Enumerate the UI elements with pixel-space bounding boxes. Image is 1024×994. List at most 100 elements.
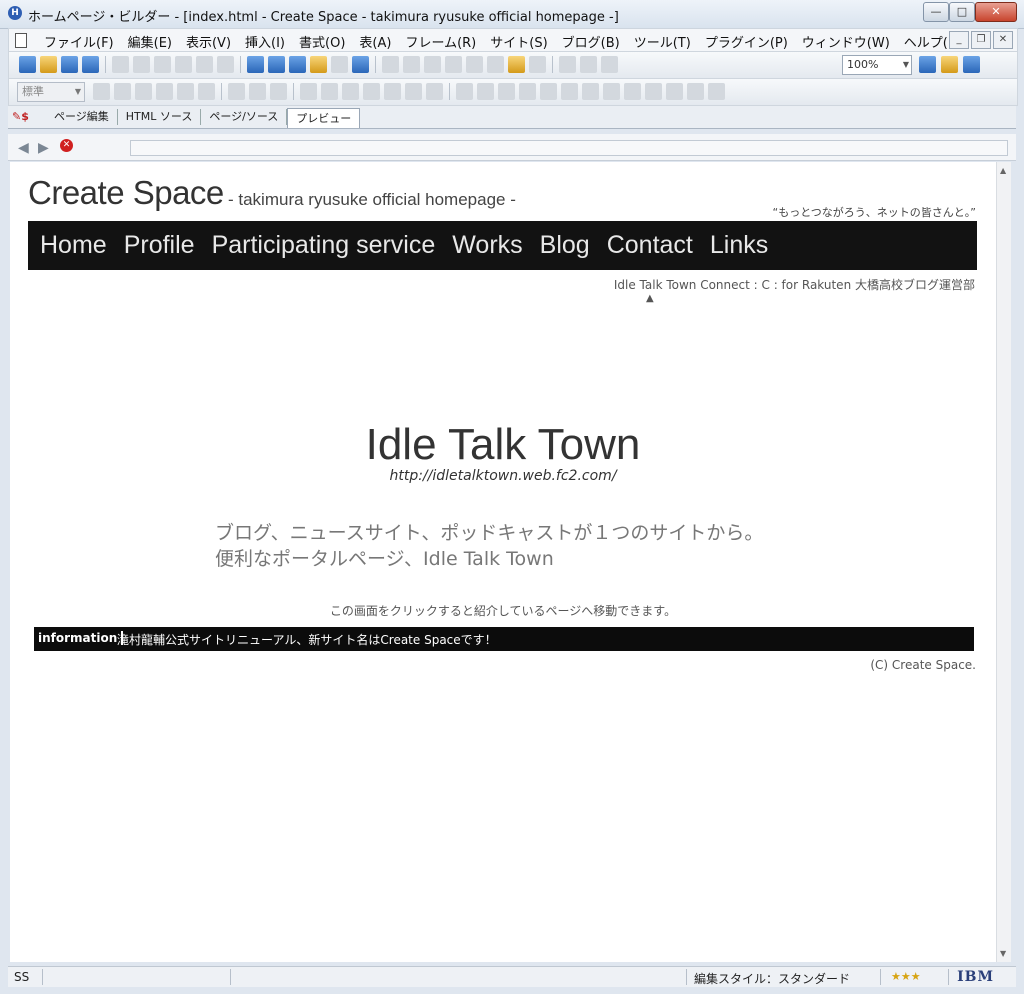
minimize-button[interactable]: — — [923, 2, 949, 22]
scroll-down-icon[interactable]: ▼ — [1000, 949, 1006, 958]
font-size-down-icon[interactable] — [384, 83, 401, 100]
cell-properties-icon[interactable] — [561, 83, 578, 100]
menu-blog[interactable]: ブログ(B) — [555, 32, 627, 51]
menu-frame[interactable]: フレーム(R) — [398, 32, 483, 51]
feature-description[interactable]: ブログ、ニュースサイト、ポッドキャストが１つのサイトから。 便利なポータルページ… — [215, 520, 763, 572]
menu-format[interactable]: 書式(O) — [292, 32, 352, 51]
cell-color-icon[interactable] — [603, 83, 620, 100]
menu-file[interactable]: ファイル(F) — [37, 32, 121, 51]
table-insert-row-icon[interactable] — [477, 83, 494, 100]
nav-link-profile[interactable]: Profile — [124, 231, 195, 260]
clear-format-icon[interactable] — [426, 83, 443, 100]
table-merge-icon[interactable] — [519, 83, 536, 100]
indent-icon[interactable] — [198, 83, 215, 100]
strike-icon[interactable] — [342, 83, 359, 100]
menu-tools[interactable]: ツール(T) — [627, 32, 698, 51]
scroll-up-icon[interactable]: ▲ — [1000, 166, 1006, 175]
insert-table-icon[interactable] — [403, 56, 420, 73]
doc-minimize-button[interactable]: _ — [949, 31, 969, 49]
zoom-select[interactable]: 100% ▼ — [842, 55, 912, 75]
font-size-up-icon[interactable] — [363, 83, 380, 100]
tab-page-edit[interactable]: ページ編集 — [46, 109, 118, 125]
feature-title[interactable]: Idle Talk Town — [10, 420, 996, 470]
table-grid-icon[interactable] — [456, 83, 473, 100]
spellcheck-icon[interactable] — [175, 56, 192, 73]
tab-preview[interactable]: プレビュー — [287, 108, 361, 128]
cut-icon[interactable] — [112, 56, 129, 73]
style-sheet-icon[interactable] — [941, 56, 958, 73]
undo-icon[interactable] — [196, 56, 213, 73]
new-page-icon[interactable] — [19, 56, 36, 73]
menu-view[interactable]: 表示(V) — [179, 32, 238, 51]
nav-link-home[interactable]: Home — [40, 231, 107, 260]
menu-site[interactable]: サイト(S) — [483, 32, 554, 51]
back-arrow-icon[interactable]: ◀ — [18, 140, 29, 156]
insert-line-icon[interactable] — [382, 56, 399, 73]
menu-edit[interactable]: 編集(E) — [121, 32, 179, 51]
zoom-reset-icon[interactable] — [601, 56, 618, 73]
outdent-icon[interactable] — [249, 83, 266, 100]
table-more-icon[interactable] — [708, 83, 725, 100]
save-all-icon[interactable] — [82, 56, 99, 73]
site-map-icon[interactable] — [352, 56, 369, 73]
paste-icon[interactable] — [154, 56, 171, 73]
insert-frame-icon[interactable] — [424, 56, 441, 73]
table-select-icon[interactable] — [645, 83, 662, 100]
feature-url[interactable]: http://idletalktown.web.fc2.com/ — [10, 468, 996, 484]
insert-image-icon[interactable] — [289, 56, 306, 73]
italic-icon[interactable] — [321, 83, 338, 100]
publish-icon[interactable] — [508, 56, 525, 73]
nav-link-blog[interactable]: Blog — [540, 231, 590, 260]
insert-object-icon[interactable] — [466, 56, 483, 73]
zoom-in-icon[interactable] — [559, 56, 576, 73]
doc-restore-button[interactable]: ❐ — [971, 31, 991, 49]
menu-insert[interactable]: 挿入(I) — [238, 32, 292, 51]
table-split-icon[interactable] — [540, 83, 557, 100]
align-left-icon[interactable] — [93, 83, 110, 100]
insert-link-icon[interactable] — [310, 56, 327, 73]
zoom-out-icon[interactable] — [580, 56, 597, 73]
doc-close-button[interactable]: ✕ — [993, 31, 1013, 49]
color-palette-icon[interactable] — [919, 56, 936, 73]
heading-icon[interactable] — [228, 83, 245, 100]
layout-icon[interactable] — [331, 56, 348, 73]
align-right-icon[interactable] — [135, 83, 152, 100]
chart-icon[interactable] — [529, 56, 546, 73]
edit-properties-icon[interactable] — [247, 56, 264, 73]
table-insert-col-icon[interactable] — [498, 83, 515, 100]
nav-link-contact[interactable]: Contact — [607, 231, 693, 260]
tab-html-source[interactable]: HTML ソース — [118, 109, 202, 125]
edit-attributes-icon[interactable] — [268, 56, 285, 73]
cell-align-icon[interactable] — [582, 83, 599, 100]
table-width-icon[interactable] — [687, 83, 704, 100]
preview-browser-icon[interactable] — [963, 56, 980, 73]
vertical-scrollbar[interactable]: ▲ ▼ — [996, 162, 1011, 962]
forward-arrow-icon[interactable]: ▶ — [38, 140, 49, 156]
insert-form-icon[interactable] — [445, 56, 462, 73]
numbered-list-icon[interactable] — [177, 83, 194, 100]
list-icon[interactable] — [156, 83, 173, 100]
maximize-button[interactable]: □ — [949, 2, 975, 22]
nav-link-works[interactable]: Works — [452, 231, 522, 260]
menu-window[interactable]: ウィンドウ(W) — [795, 32, 897, 51]
redo-icon[interactable] — [217, 56, 234, 73]
open-folder-icon[interactable] — [40, 56, 57, 73]
indent-more-icon[interactable] — [270, 83, 287, 100]
insert-media-icon[interactable] — [487, 56, 504, 73]
close-button[interactable]: ✕ — [975, 2, 1017, 22]
stop-icon[interactable]: ✕ — [60, 139, 73, 152]
paragraph-style-select[interactable]: 標準 ▼ — [17, 82, 85, 102]
copy-icon[interactable] — [133, 56, 150, 73]
font-color-icon[interactable] — [405, 83, 422, 100]
feature-ticker[interactable]: Idle Talk Town Connect : C : for Rakuten… — [614, 276, 975, 293]
bold-icon[interactable] — [300, 83, 317, 100]
table-delete-icon[interactable] — [624, 83, 641, 100]
align-center-icon[interactable] — [114, 83, 131, 100]
table-border-icon[interactable] — [666, 83, 683, 100]
menu-table[interactable]: 表(A) — [352, 32, 398, 51]
nav-link-participating-service[interactable]: Participating service — [212, 231, 436, 260]
nav-link-links[interactable]: Links — [710, 231, 768, 260]
address-field[interactable] — [130, 140, 1008, 156]
save-icon[interactable] — [61, 56, 78, 73]
tab-page-source[interactable]: ページ/ソース — [201, 109, 288, 125]
